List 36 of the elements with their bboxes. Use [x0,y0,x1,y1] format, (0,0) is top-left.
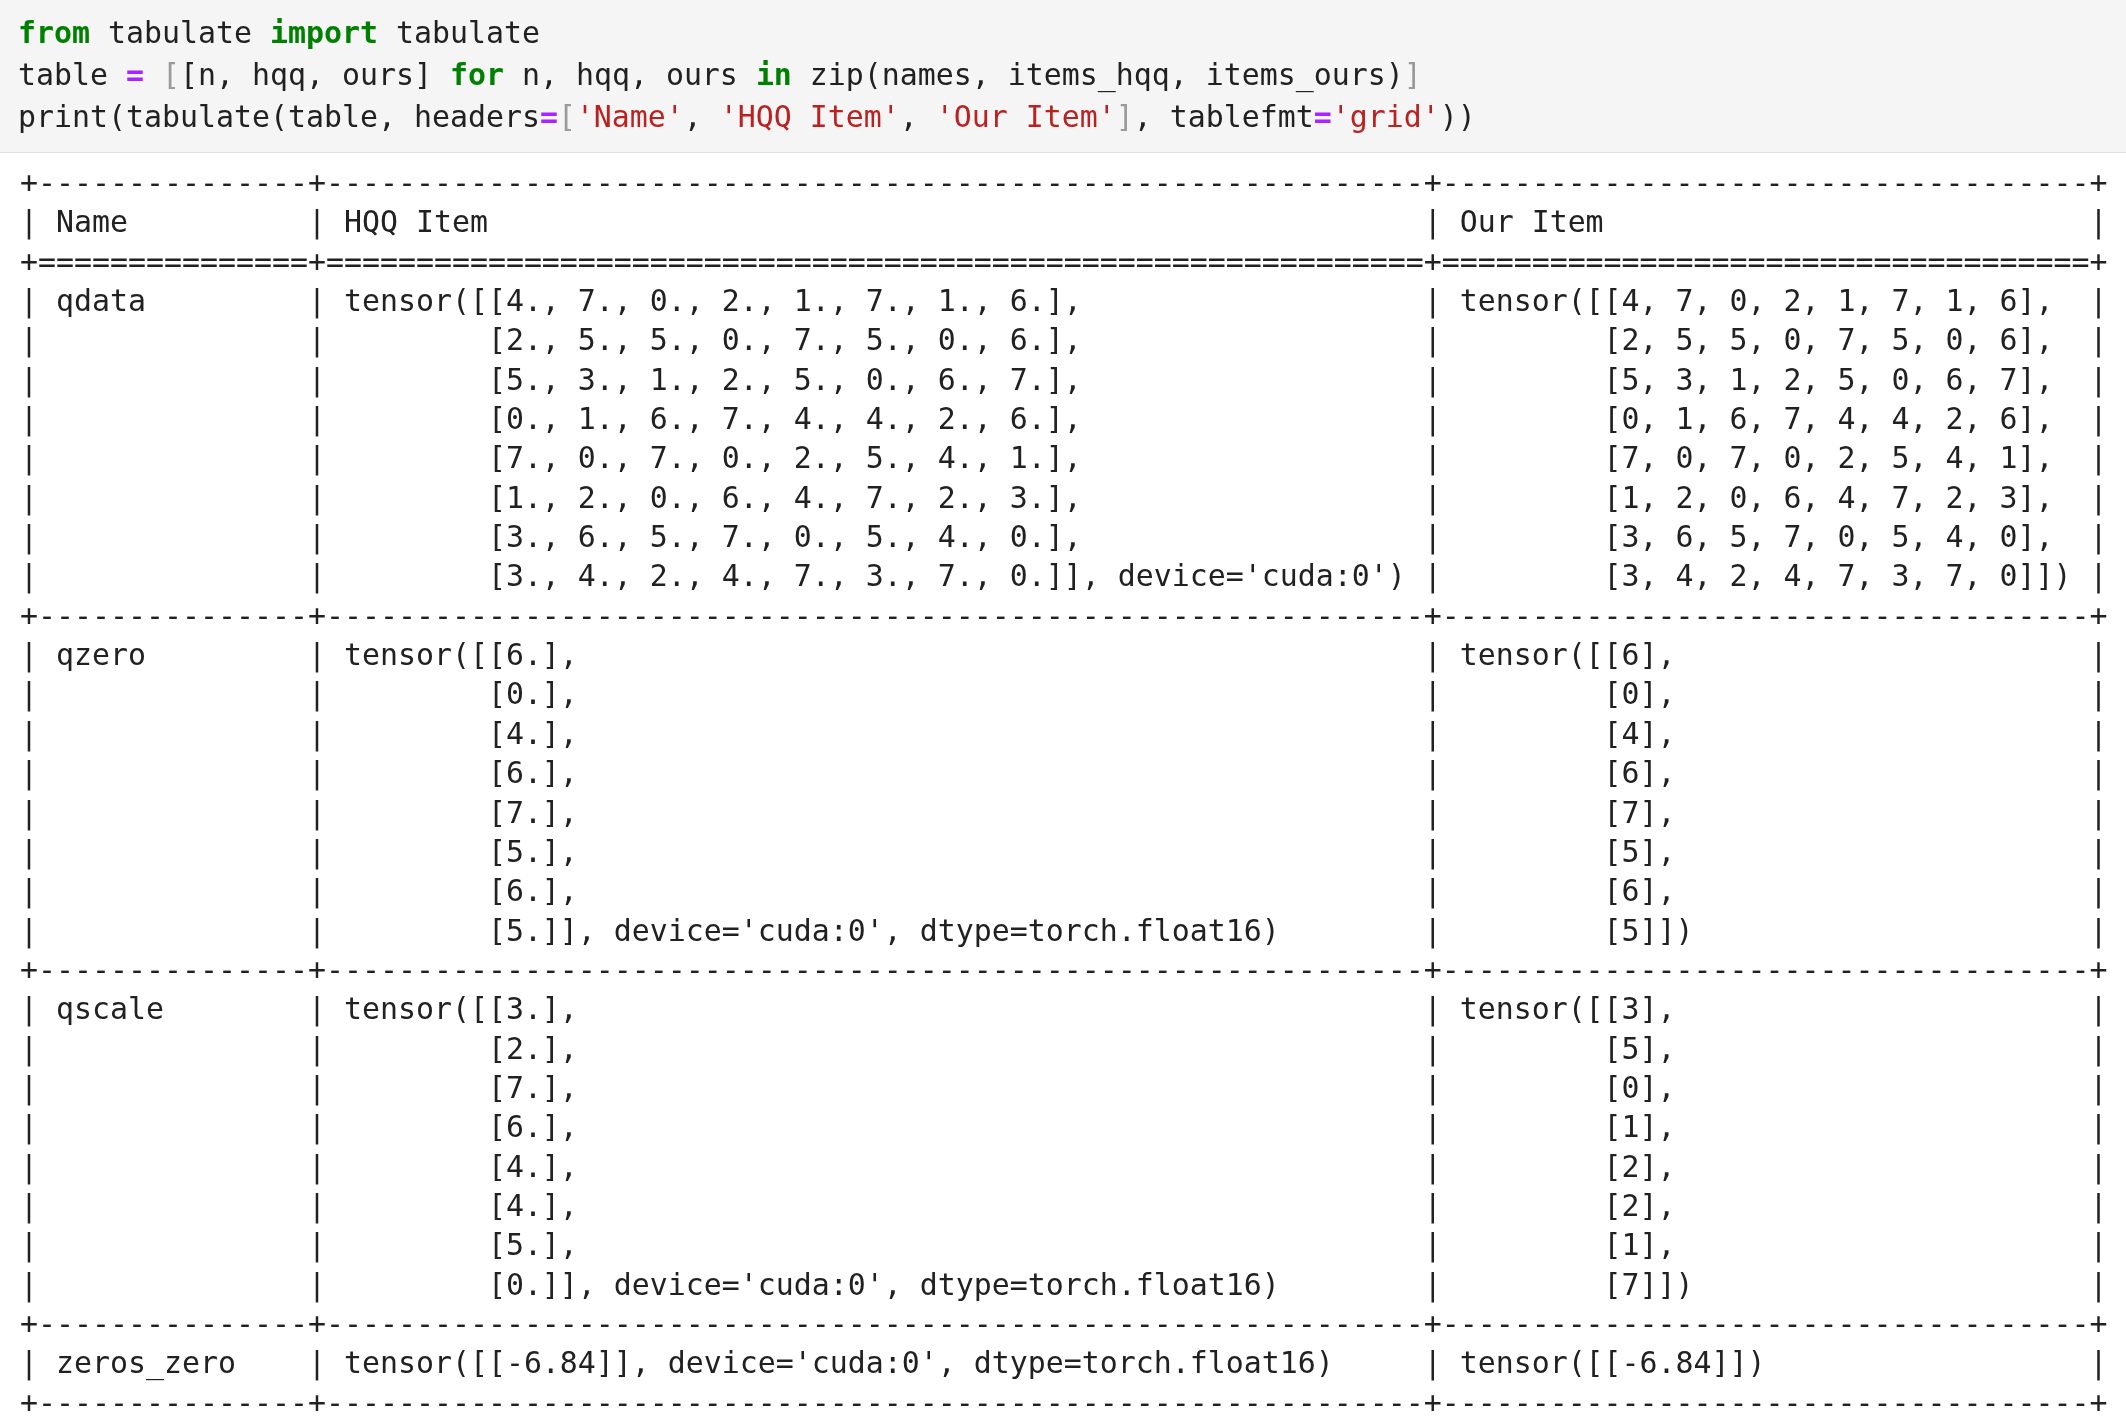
output-line: | | [2.], | [5], | [20,1029,2108,1068]
code-line: table = [[n, hqq, ours] for n, hqq, ours in zip(names, items_hqq, items_ours)] [18,56,1423,95]
code-cell[interactable]: from tabulate import tabulate table = [[n, hqq, ours] for n, hqq, ours in zip(names, items_hqq, items_ours)] print(tabulate(table, headers=['Name', 'HQQ Item', 'Our Item'], tablefmt='grid')) [0,0,2126,153]
output-line: | | [4.], | [2], | [20,1147,2108,1186]
output-line: | | [7.], | [7], | [20,793,2108,832]
output-line: | | [6.], | [6], | [20,872,2108,911]
code-line: print(tabulate(table, headers=['Name', 'HQQ Item', 'Our Item'], tablefmt='grid')) [18,98,1477,136]
output-line: +===============+=============================================================+====================================+ [20,242,2108,281]
output-line: | | [7.], | [0], | [20,1068,2108,1108]
output-line: | | [7., 0., 7., 0., 2., 5., 4., 1.], | [7, 0, 7, 0, 2, 5, 4, 1], | [20,439,2108,478]
output-line: +---------------+-------------------------------------------------------------+------------------------------------+ [20,1304,2108,1343]
output-line: | zeros_zero | tensor([[-6.84]], device='cuda:0', dtype=torch.float16) | tensor([[-6.84]]) | [20,1344,2108,1383]
output-line: | | [5., 3., 1., 2., 5., 0., 6., 7.], | [5, 3, 1, 2, 5, 0, 6, 7], | [20,360,2108,400]
output-line: | | [5.]], device='cuda:0', dtype=torch.float16) | [5]]) | [20,911,2108,950]
output-line: | | [5.], | [5], | [20,832,2108,872]
output-line: | qzero | tensor([[6.], | tensor([[6], | [20,636,2108,675]
output-line: | Name | HQQ Item | Our Item | [20,203,2108,242]
output-line: | | [4.], | [4], | [20,714,2108,754]
output-line: | | [1., 2., 0., 6., 4., 7., 2., 3.], | [1, 2, 0, 6, 4, 7, 2, 3], | [20,478,2108,518]
output-line: | | [0., 1., 6., 7., 4., 4., 2., 6.], | [0, 1, 6, 7, 4, 4, 2, 6], | [20,400,2108,439]
output-line: | | [4.], | [2], | [20,1186,2108,1226]
output-line: | | [3., 4., 2., 4., 7., 3., 7., 0.]], device='cuda:0') | [3, 4, 2, 4, 7, 3, 7, 0]]) | [20,557,2108,596]
output-line: | | [0.]], device='cuda:0', dtype=torch.float16) | [7]]) | [20,1265,2108,1304]
output-line: | | [0.], | [0], | [20,675,2108,714]
output-line: | | [6.], | [6], | [20,754,2108,793]
output-line: | | [6.], | [1], | [20,1108,2108,1147]
output-line: +---------------+-------------------------------------------------------------+------------------------------------+ [20,164,2108,202]
output-line: +---------------+-------------------------------------------------------------+------------------------------------+ [20,596,2108,635]
output-line: | qdata | tensor([[4., 7., 0., 2., 1., 7., 1., 6.], | tensor([[4, 7, 0, 2, 1, 7, 1, 6], | [20,282,2108,321]
code-line: from tabulate import tabulate [18,14,541,52]
output-line: +---------------+-------------------------------------------------------------+------------------------------------+ [20,950,2108,989]
output-line: | | [2., 5., 5., 0., 7., 5., 0., 6.], | [2, 5, 5, 0, 7, 5, 0, 6], | [20,321,2108,360]
output-line: | | [3., 6., 5., 7., 0., 5., 4., 0.], | [3, 6, 5, 7, 0, 5, 4, 0], | [20,518,2108,557]
output-line: | | [5.], | [1], | [20,1226,2108,1265]
output-line: | qscale | tensor([[3.], | tensor([[3], | [20,990,2108,1029]
output-line: +---------------+-------------------------------------------------------------+------------------------------------+ [20,1383,2108,1418]
